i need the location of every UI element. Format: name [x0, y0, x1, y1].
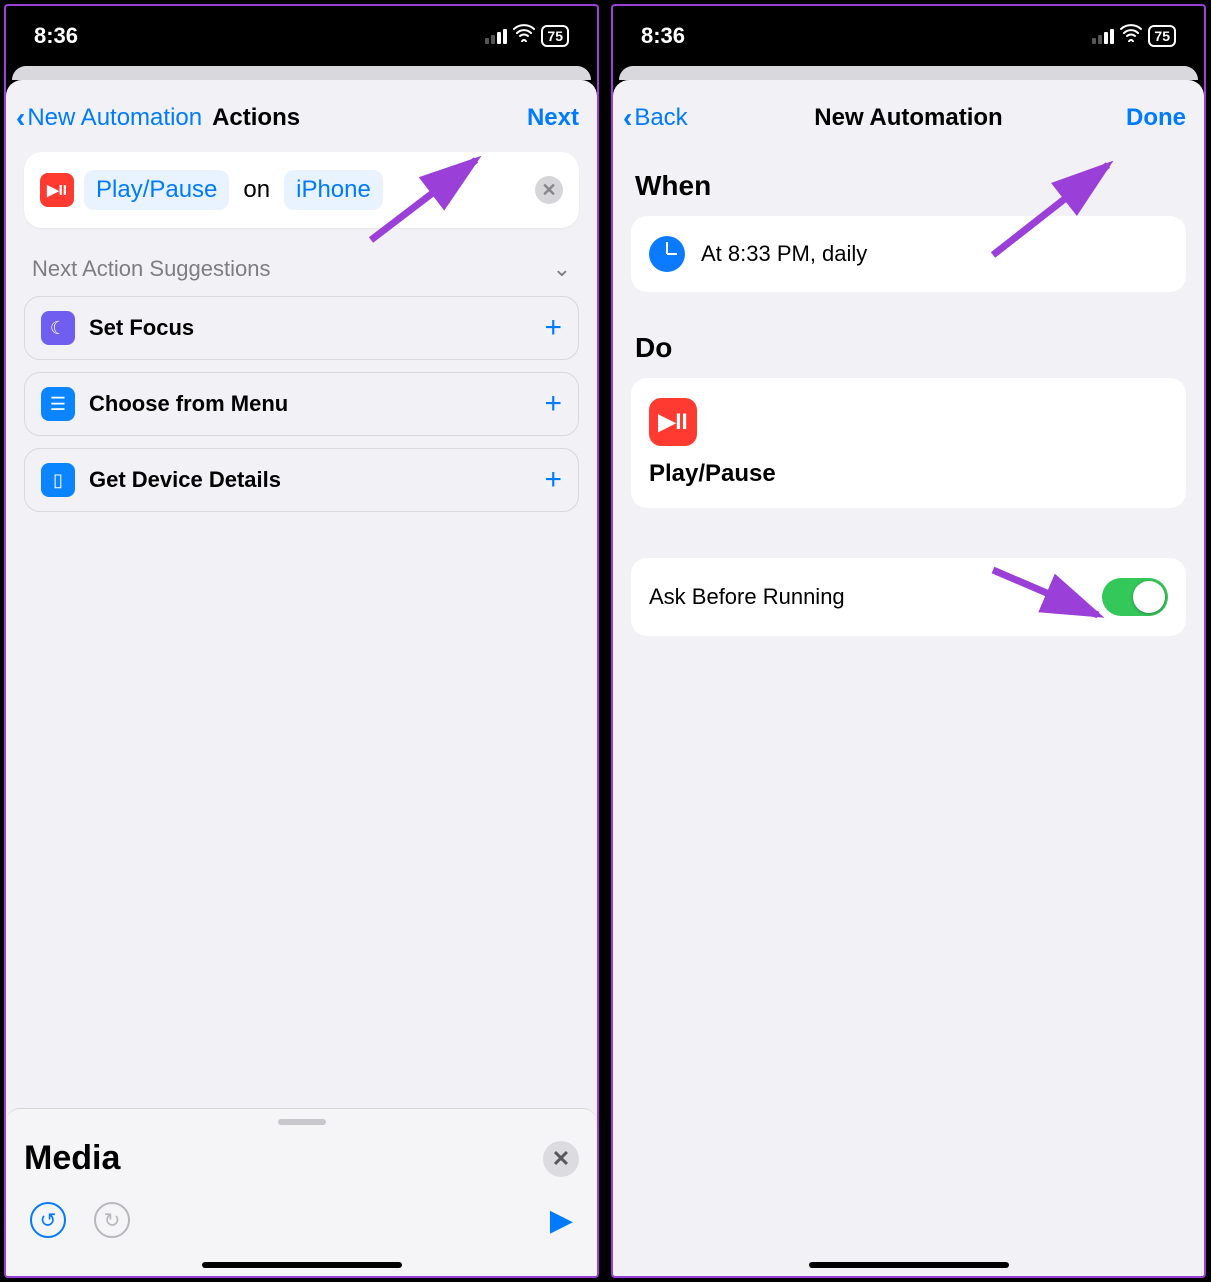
suggestion-label: Choose from Menu — [89, 391, 288, 417]
add-icon[interactable]: + — [544, 463, 562, 497]
status-right: 75 — [485, 24, 569, 48]
clock-icon — [649, 236, 685, 272]
navbar: ‹ New Automation Actions Next — [6, 80, 597, 152]
play-pause-app-icon: ▶II — [649, 398, 697, 446]
suggestion-choose-menu[interactable]: ☰ Choose from Menu + — [24, 372, 579, 436]
background-sheet — [619, 66, 1198, 80]
nav-back-label: New Automation — [27, 104, 202, 132]
suggestion-set-focus[interactable]: ☾ Set Focus + — [24, 296, 579, 360]
phone-right: 8:36 75 ‹ Back New Automation Done When … — [611, 4, 1206, 1278]
chevron-left-icon: ‹ — [16, 102, 25, 134]
play-pause-app-icon: ▶II — [40, 173, 74, 207]
chevron-left-icon: ‹ — [623, 102, 632, 134]
status-bar: 8:36 75 — [613, 6, 1204, 66]
signal-icon — [485, 29, 507, 44]
signal-icon — [1092, 29, 1114, 44]
ask-toggle[interactable] — [1102, 578, 1168, 616]
suggestions-header[interactable]: Next Action Suggestions ⌄ — [24, 228, 579, 296]
do-label: Play/Pause — [649, 460, 1168, 488]
battery-icon: 75 — [541, 25, 569, 47]
navbar: ‹ Back New Automation Done — [613, 80, 1204, 152]
suggestion-label: Set Focus — [89, 315, 194, 341]
status-bar: 8:36 75 — [6, 6, 597, 66]
done-button[interactable]: Done — [1126, 104, 1186, 132]
drawer-header: Media ✕ — [24, 1139, 579, 1178]
when-header: When — [635, 170, 1186, 202]
chevron-down-icon: ⌄ — [553, 256, 571, 282]
suggestion-device-details[interactable]: ▯ Get Device Details + — [24, 448, 579, 512]
drawer-title: Media — [24, 1139, 120, 1178]
battery-icon: 75 — [1148, 25, 1176, 47]
when-card[interactable]: At 8:33 PM, daily — [631, 216, 1186, 292]
moon-icon: ☾ — [41, 311, 75, 345]
do-header: Do — [635, 332, 1186, 364]
wifi-icon — [513, 24, 535, 48]
nav-title: Actions — [212, 104, 300, 132]
nav-back[interactable]: ‹ New Automation — [16, 102, 202, 134]
menu-icon: ☰ — [41, 387, 75, 421]
clear-action-button[interactable]: ✕ — [535, 176, 563, 204]
status-right: 75 — [1092, 24, 1176, 48]
status-time: 8:36 — [641, 23, 685, 49]
nav-back[interactable]: ‹ Back — [623, 102, 688, 134]
home-indicator[interactable] — [809, 1262, 1009, 1268]
action-card[interactable]: ▶II Play/Pause on iPhone ✕ — [24, 152, 579, 228]
suggestion-label: Get Device Details — [89, 467, 281, 493]
close-drawer-button[interactable]: ✕ — [543, 1141, 579, 1177]
actions-sheet: ‹ New Automation Actions Next ▶II Play/P… — [6, 80, 597, 1276]
phone-left: 8:36 75 ‹ New Automation Actions Next ▶I… — [4, 4, 599, 1278]
drawer-grabber[interactable] — [278, 1119, 326, 1125]
add-icon[interactable]: + — [544, 311, 562, 345]
action-token-playpause[interactable]: Play/Pause — [84, 170, 229, 210]
status-time: 8:36 — [34, 23, 78, 49]
do-card[interactable]: ▶II Play/Pause — [631, 378, 1186, 508]
action-on-text: on — [239, 170, 274, 210]
when-text: At 8:33 PM, daily — [701, 241, 867, 267]
add-icon[interactable]: + — [544, 387, 562, 421]
action-token-device[interactable]: iPhone — [284, 170, 383, 210]
ask-label: Ask Before Running — [649, 584, 845, 610]
device-icon: ▯ — [41, 463, 75, 497]
suggestions-header-label: Next Action Suggestions — [32, 256, 270, 282]
automation-sheet: ‹ Back New Automation Done When At 8:33 … — [613, 80, 1204, 1276]
home-indicator[interactable] — [202, 1262, 402, 1268]
wifi-icon — [1120, 24, 1142, 48]
undo-button[interactable]: ↺ — [30, 1202, 66, 1238]
next-button[interactable]: Next — [527, 104, 579, 132]
media-drawer[interactable]: Media ✕ ↺ ↻ ▶ — [6, 1108, 597, 1276]
ask-before-running-row[interactable]: Ask Before Running — [631, 558, 1186, 636]
nav-back-label: Back — [634, 104, 687, 132]
drawer-controls: ↺ ↻ ▶ — [24, 1178, 579, 1254]
play-button[interactable]: ▶ — [550, 1203, 573, 1238]
nav-title: New Automation — [613, 104, 1204, 132]
content: When At 8:33 PM, daily Do ▶II Play/Pause… — [613, 152, 1204, 1276]
redo-button[interactable]: ↻ — [94, 1202, 130, 1238]
background-sheet — [12, 66, 591, 80]
